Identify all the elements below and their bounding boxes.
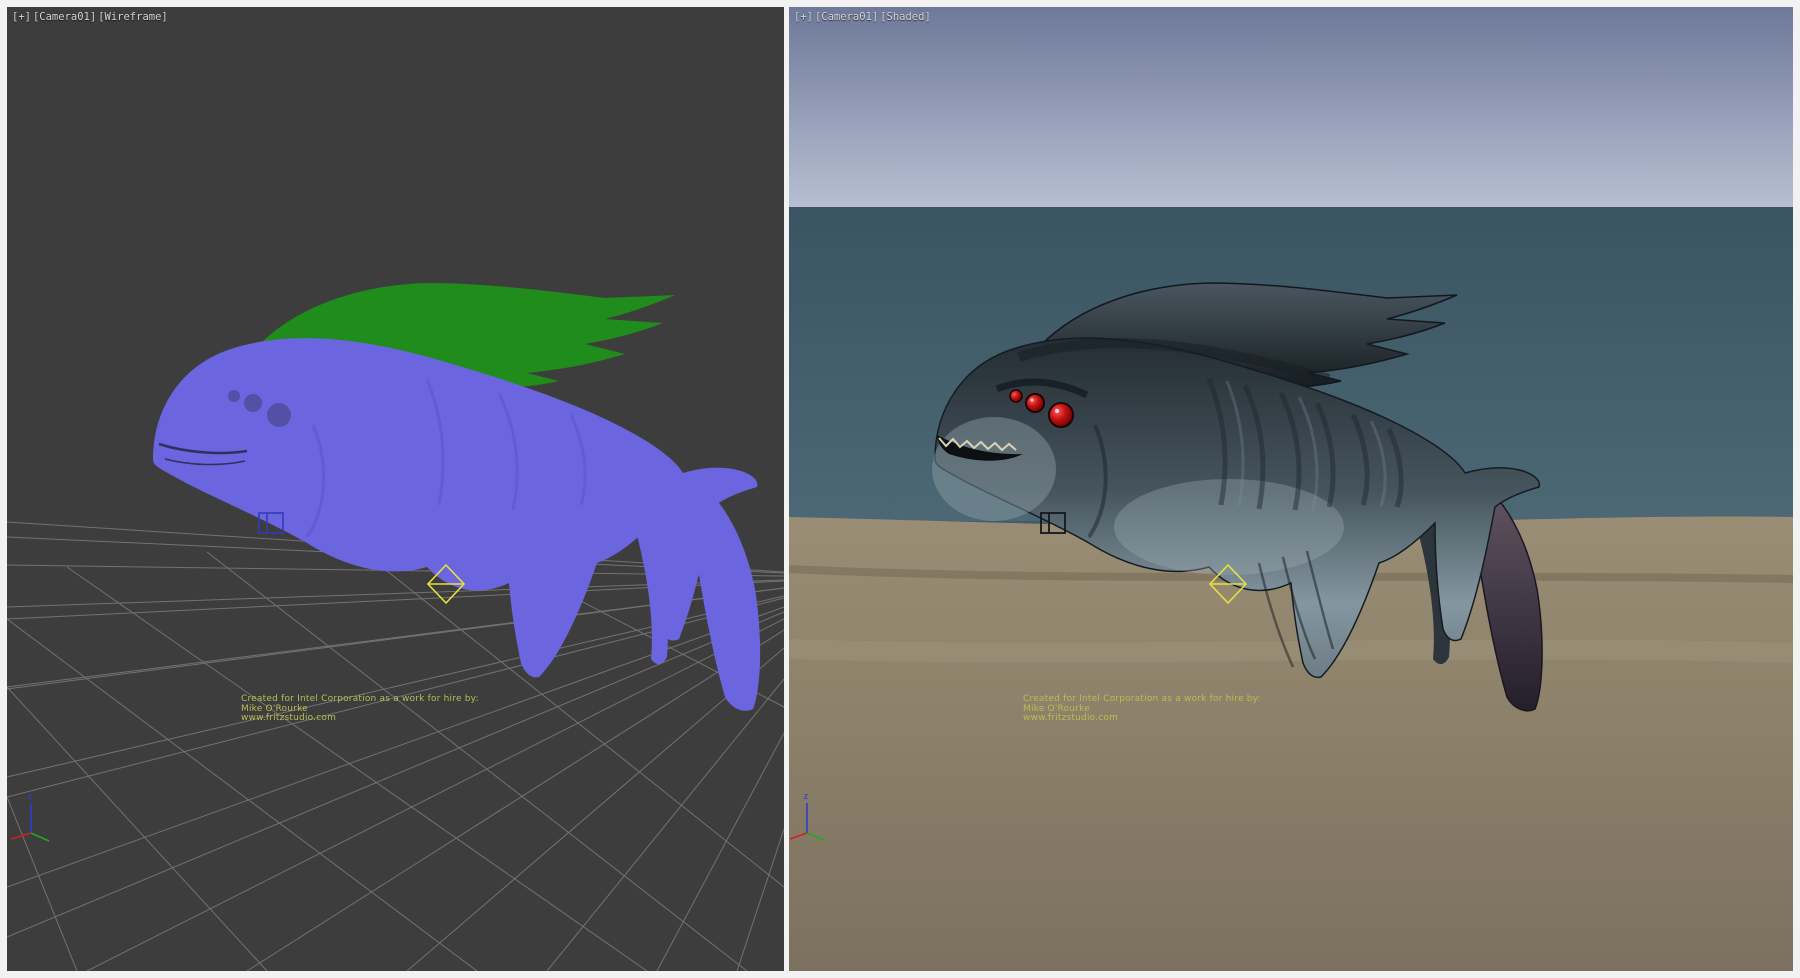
sky-gradient bbox=[789, 7, 1793, 209]
viewport-general-menu[interactable]: [+] bbox=[12, 11, 31, 23]
axis-z-label: z bbox=[27, 792, 32, 802]
world-axis-tripod: z bbox=[11, 792, 49, 841]
viewport-pov-menu[interactable]: [Camera01] bbox=[33, 11, 96, 23]
viewport-label: [+] [Camera01] [Shaded] bbox=[794, 11, 931, 23]
viewport-shading-menu[interactable]: [Wireframe] bbox=[98, 11, 168, 23]
shaded-scene-canvas: z bbox=[789, 7, 1793, 971]
credit-line-3: www.fritzstudio.com bbox=[1023, 714, 1261, 724]
axis-z-label: z bbox=[803, 792, 808, 802]
fish-wireframe-object[interactable] bbox=[153, 338, 760, 711]
app-window: { "viewport_left": { "label": { "plus": … bbox=[0, 0, 1800, 978]
viewport-shading-menu[interactable]: [Shaded] bbox=[880, 11, 931, 23]
viewport-wireframe[interactable]: [+] [Camera01] [Wireframe] bbox=[7, 7, 784, 971]
viewport-shaded[interactable]: [+] [Camera01] [Shaded] bbox=[789, 7, 1793, 971]
viewport-pov-menu[interactable]: [Camera01] bbox=[815, 11, 878, 23]
fish-body[interactable] bbox=[153, 338, 757, 677]
viewport-label: [+] [Camera01] [Wireframe] bbox=[12, 11, 168, 23]
credit-text: Created for Intel Corporation as a work … bbox=[1023, 695, 1261, 724]
credit-line-3: www.fritzstudio.com bbox=[241, 714, 479, 724]
credit-text: Created for Intel Corporation as a work … bbox=[241, 695, 479, 724]
wireframe-scene-canvas: z bbox=[7, 7, 784, 971]
viewport-general-menu[interactable]: [+] bbox=[794, 11, 813, 23]
